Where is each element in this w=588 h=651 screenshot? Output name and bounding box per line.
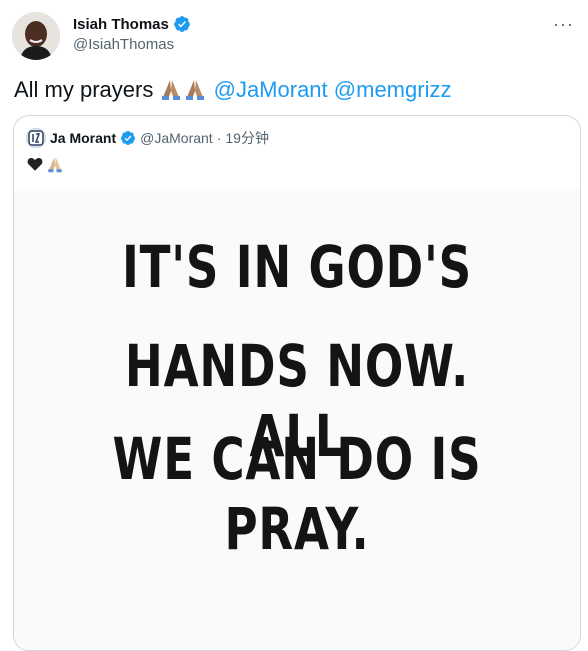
folded-hands-emoji-icon	[162, 80, 181, 100]
folded-hands-emoji-icon	[186, 80, 205, 100]
verified-badge-icon	[121, 131, 136, 145]
mention-memgrizz[interactable]: @memgrizz	[334, 77, 452, 102]
author-name-row[interactable]: Isiah Thomas	[73, 15, 191, 33]
tweet: Isiah Thomas @IsiahThomas ··· All my pra…	[0, 0, 588, 651]
author-handle[interactable]: @IsiahThomas	[73, 36, 174, 53]
verified-badge-icon	[173, 16, 190, 32]
image-text-line-1: IT'S IN GOD'S	[121, 233, 473, 301]
quoted-tweet-header: Ja Morant @JaMorant · 19分钟	[26, 128, 269, 148]
author-avatar[interactable]	[12, 12, 60, 60]
author-name[interactable]: Isiah Thomas	[73, 16, 169, 33]
quoted-author-avatar[interactable]	[26, 128, 46, 148]
black-heart-emoji-icon	[27, 158, 43, 171]
quoted-tweet-text	[26, 154, 64, 174]
quoted-author-name[interactable]: Ja Morant	[50, 130, 116, 146]
folded-hands-emoji-icon	[48, 157, 62, 173]
separator-dot: ·	[216, 130, 222, 146]
tweet-text-prefix: All my prayers	[14, 77, 154, 102]
quoted-timestamp[interactable]: 19分钟	[225, 128, 269, 148]
more-options-icon[interactable]: ···	[553, 14, 574, 35]
quoted-tweet-image[interactable]: IT'S IN GOD'S HANDS NOW. ALL WE CAN DO I…	[14, 189, 580, 650]
quoted-tweet[interactable]: Ja Morant @JaMorant · 19分钟 IT'S IN GOD'S…	[13, 115, 581, 651]
tweet-text: All my prayers @JaMorant @memgrizz	[14, 77, 451, 103]
mention-jamorant[interactable]: @JaMorant	[214, 77, 328, 102]
quoted-author-handle[interactable]: @JaMorant	[140, 130, 213, 146]
image-text-line-3: WE CAN DO IS PRAY.	[112, 425, 482, 563]
